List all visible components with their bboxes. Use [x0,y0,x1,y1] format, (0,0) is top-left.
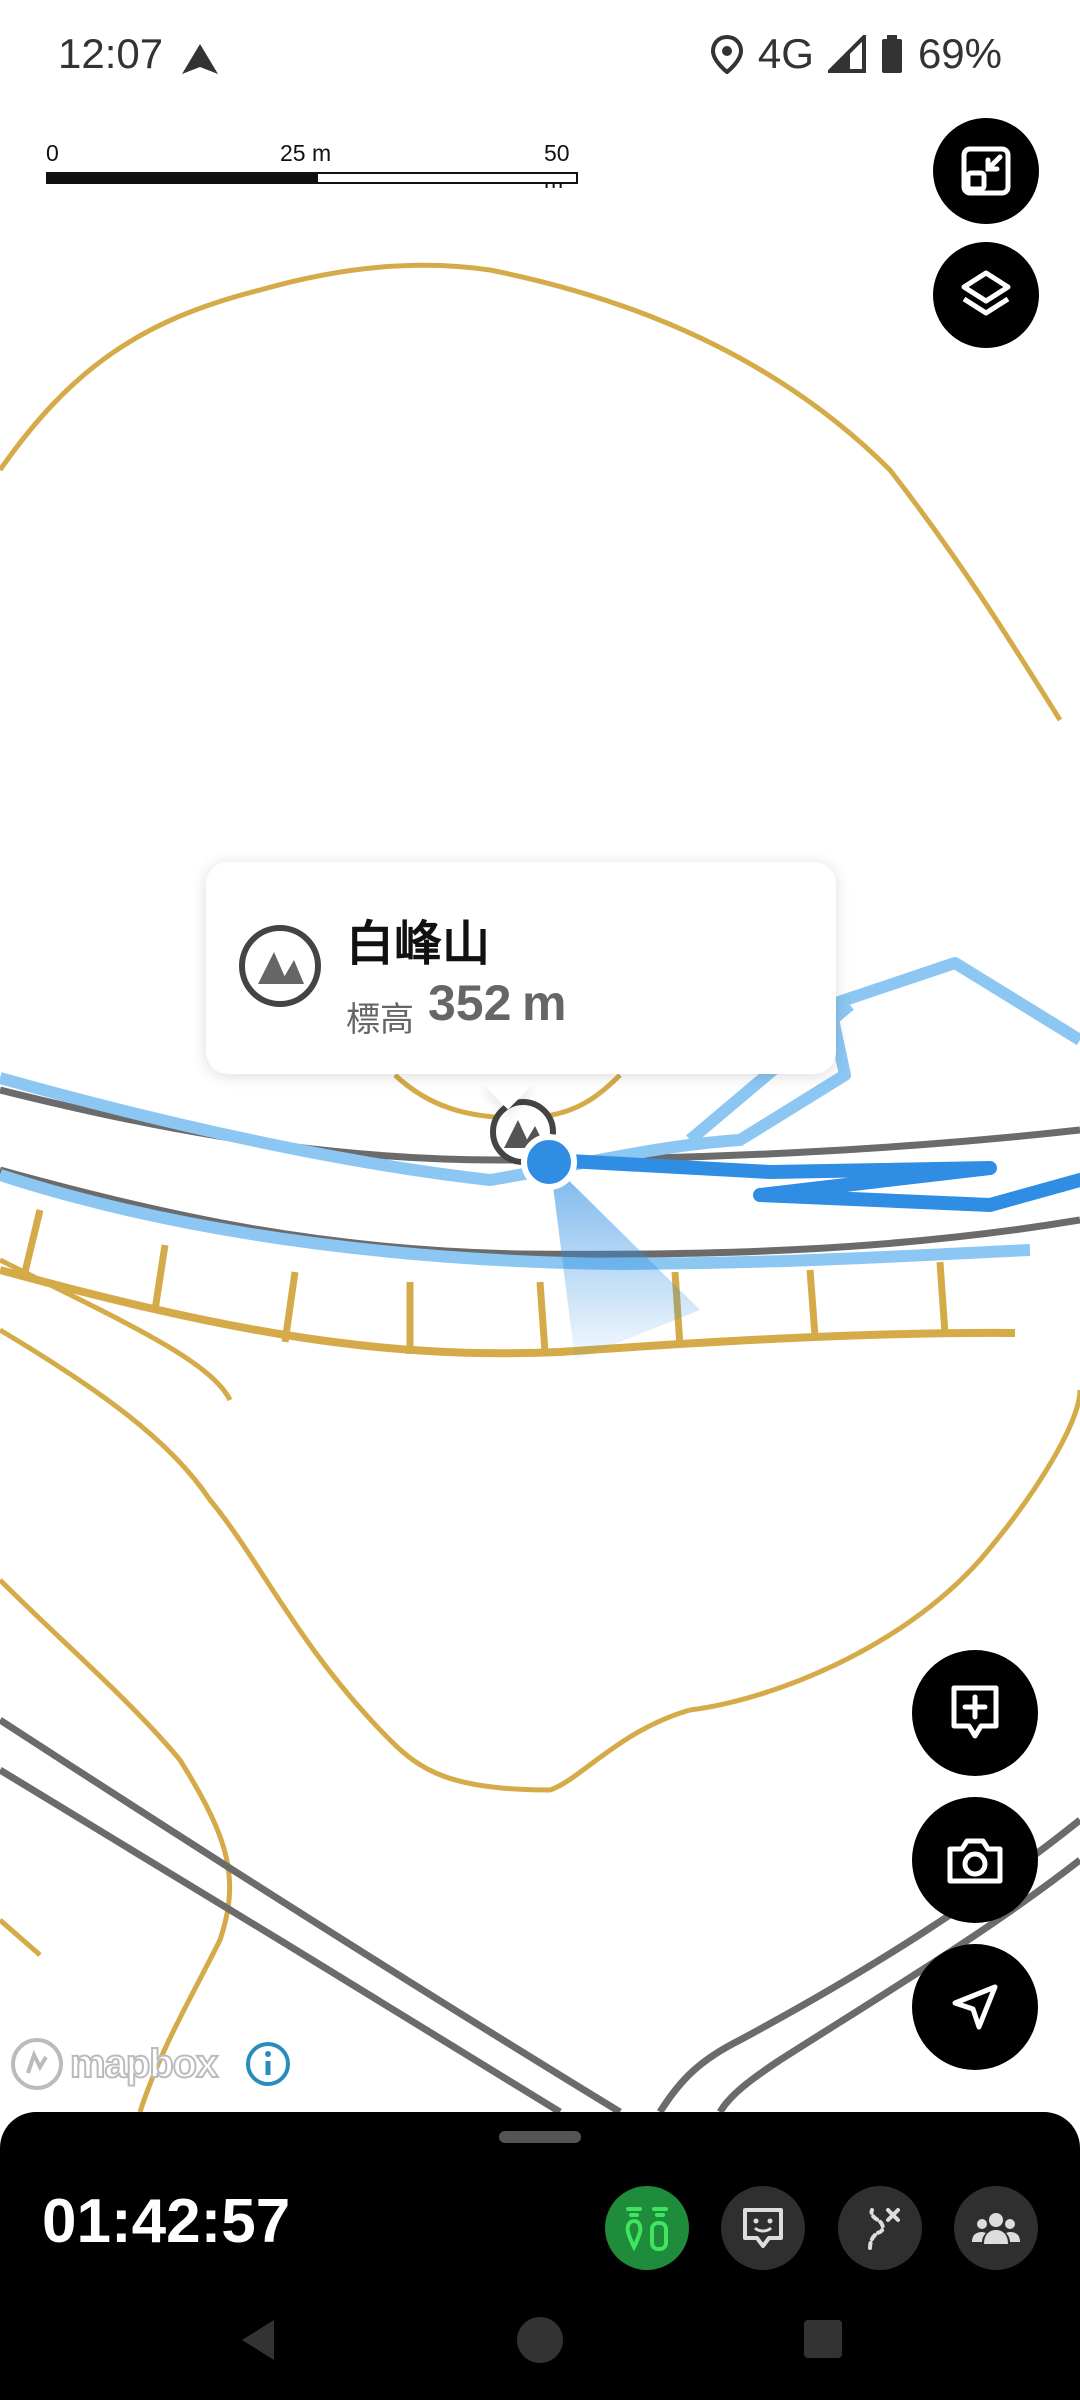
navigation-arrow-icon [182,44,218,74]
elevation-unit: m [522,975,567,1031]
network-type: 4G [757,30,814,77]
sheet-drag-handle[interactable] [499,2131,581,2143]
back-icon[interactable] [236,2316,280,2364]
scale-label-25m: 25 m [280,140,332,166]
add-note-button[interactable] [912,1650,1038,1776]
tracking-icon [625,2207,668,2252]
mapbox-wordmark: mapbox [69,2041,219,2087]
mapbox-logo[interactable]: mapbox [10,2036,219,2092]
battery-icon [881,35,902,73]
navigate-button[interactable] [912,1944,1038,2070]
tracking-button[interactable] [605,2186,689,2270]
summit-name: 白峰山 [346,918,491,971]
add-note-icon [951,1685,999,1739]
group-button[interactable] [954,2186,1038,2270]
signal-icon [827,35,866,73]
recorded-track [543,1153,1080,1212]
scale-label-0: 0 [46,140,59,166]
face-button[interactable] [721,2186,805,2270]
scale-label-50m: 50 m [544,140,570,193]
status-bar: 12:07 4G 69% [0,0,1080,118]
layers-button[interactable] [933,242,1039,348]
mountain-icon [239,925,321,1007]
home-icon[interactable] [514,2314,566,2366]
location-pin-icon [710,34,743,74]
group-icon [972,2213,1020,2244]
route-button[interactable] [838,2186,922,2270]
fit-screen-button[interactable] [933,118,1039,224]
camera-button[interactable] [912,1797,1038,1923]
navigate-icon [952,1984,998,2030]
system-nav-bar [0,2288,1080,2400]
mapbox-logo-icon [11,2038,63,2090]
battery-percent: 69% [917,30,1002,77]
recording-timer: 01:42:57 [42,2187,291,2256]
info-icon[interactable] [244,2040,292,2088]
fit-screen-icon [961,146,1011,196]
camera-icon [947,1838,1003,1884]
summit-popup[interactable]: 白峰山 標高 352 m [206,862,836,1074]
layers-icon [961,270,1011,316]
elevation-label: 標高 [346,1001,414,1039]
scale-bar-fill [46,172,318,184]
route-icon [868,2208,900,2250]
face-icon [743,2208,783,2248]
recents-icon[interactable] [802,2318,844,2360]
roads [0,1086,1080,2112]
status-time: 12:07 [58,30,164,77]
current-location-dot [521,1134,577,1190]
elevation-value: 352 [428,975,512,1031]
scale-bar: 0 25 m 50 m [46,140,582,193]
